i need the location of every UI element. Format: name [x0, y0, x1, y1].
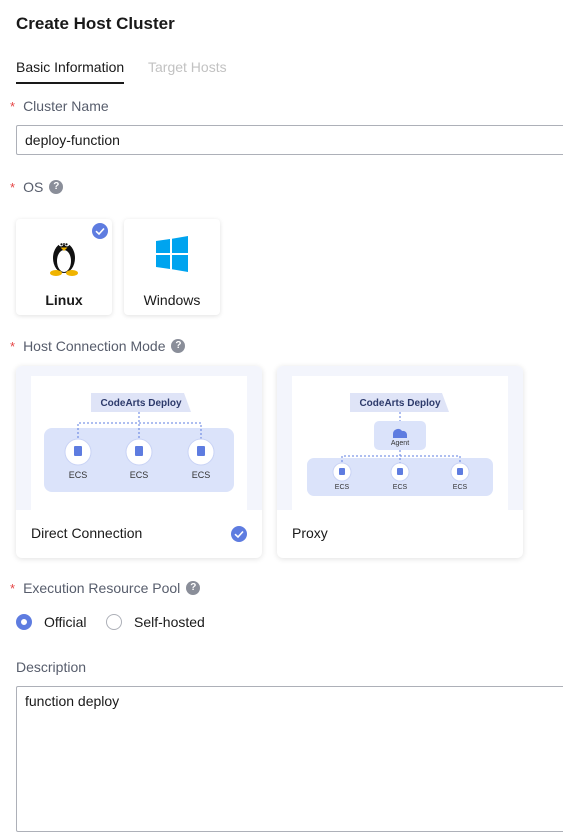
required-mark: *: [10, 179, 16, 195]
question-circle-icon[interactable]: ?: [186, 581, 201, 595]
linux-penguin-icon: [50, 241, 78, 276]
resource-pool-label: * Execution Resource Pool ?: [10, 580, 201, 596]
connection-mode-proxy[interactable]: CodeArts Deploy Agent ECS ECS ECS Proxy: [277, 366, 523, 558]
diagram-node-label: ECS: [452, 484, 468, 491]
required-mark: *: [10, 98, 16, 114]
os-label: * OS ?: [10, 179, 64, 195]
connection-mode-direct[interactable]: CodeArts Deploy ECS ECS ECS Direct Conne…: [16, 366, 262, 558]
diagram-node-label: ECS: [129, 470, 149, 480]
selected-check-icon: [231, 526, 247, 542]
radio-official-label[interactable]: Official: [44, 614, 87, 630]
radio-self-hosted[interactable]: [106, 614, 122, 630]
tab-basic-information[interactable]: Basic Information: [16, 59, 124, 75]
cluster-name-input[interactable]: deploy-function: [16, 125, 563, 155]
resource-pool-label-text: Execution Resource Pool: [23, 580, 181, 596]
diagram-top-label: CodeArts Deploy: [100, 398, 182, 409]
radio-self-hosted-label[interactable]: Self-hosted: [134, 614, 205, 630]
windows-logo-icon: [156, 236, 188, 272]
description-label: Description: [16, 659, 87, 675]
proxy-diagram: CodeArts Deploy Agent ECS ECS ECS: [277, 366, 523, 510]
selected-check-icon: [92, 223, 108, 239]
radio-official[interactable]: [16, 614, 32, 630]
cluster-name-label-text: Cluster Name: [23, 98, 109, 114]
required-mark: *: [10, 580, 16, 596]
question-circle-icon[interactable]: ?: [49, 180, 64, 194]
os-option-label: Windows: [143, 292, 201, 308]
connection-mode-label: * Host Connection Mode ?: [10, 338, 186, 354]
os-label-text: OS: [23, 179, 44, 195]
diagram-agent-label: Agent: [390, 440, 410, 447]
diagram-top-label: CodeArts Deploy: [359, 398, 441, 409]
description-textarea[interactable]: function deploy: [16, 686, 563, 832]
cluster-name-label: * Cluster Name: [10, 98, 109, 114]
active-tab-indicator: [16, 82, 124, 84]
os-option-windows[interactable]: Windows: [124, 219, 220, 315]
diagram-node-label: ECS: [334, 484, 350, 491]
question-circle-icon[interactable]: ?: [171, 339, 186, 353]
connection-mode-label: Proxy: [292, 525, 328, 541]
diagram-node-label: ECS: [68, 470, 88, 480]
os-option-linux[interactable]: Linux: [16, 219, 112, 315]
page-title: Create Host Cluster: [16, 14, 175, 33]
diagram-node-label: ECS: [392, 484, 408, 491]
tab-target-hosts[interactable]: Target Hosts: [148, 59, 227, 75]
os-option-label: Linux: [45, 292, 83, 308]
required-mark: *: [10, 338, 16, 354]
connection-mode-label: Direct Connection: [31, 525, 143, 541]
direct-connection-diagram: CodeArts Deploy ECS ECS ECS: [16, 366, 262, 510]
connection-mode-label-text: Host Connection Mode: [23, 338, 166, 354]
diagram-node-label: ECS: [191, 470, 211, 480]
